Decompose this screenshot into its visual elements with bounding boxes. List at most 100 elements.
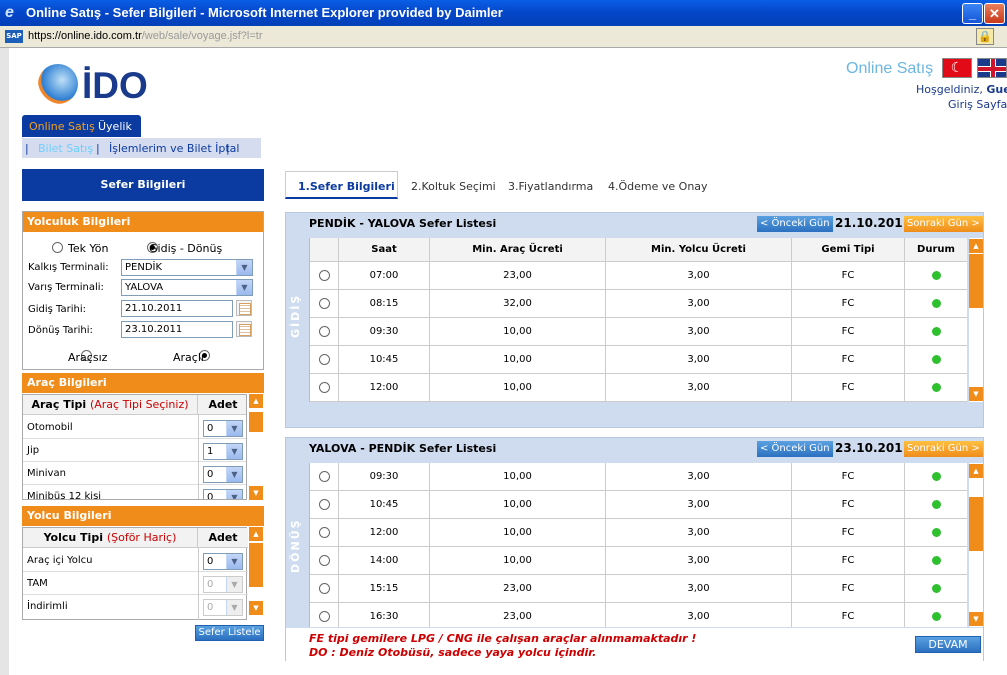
radio-icon[interactable] [318,353,330,365]
passenger-scrollbar[interactable]: ▲ ▼ [249,527,263,615]
step-1[interactable]: 1.Sefer Bilgileri [298,180,395,193]
radio-icon[interactable] [318,325,330,337]
voyage-passenger-fee-cell: 3,00 [606,603,792,627]
window-titlebar: e Online Satış - Sefer Bilgileri - Micro… [0,0,1007,26]
voyage-passenger-fee-cell: 3,00 [606,262,792,290]
out-date-label: Gidiş Tarihi: [28,304,86,315]
return-scrollbar[interactable]: ▲ ▼ [969,463,983,627]
ie-logo-icon: e [5,4,14,21]
return-side-label: DÖNÜŞ [286,463,309,627]
passenger-type-header: Yolcu Tipi (Şoför Hariç) [23,528,198,548]
radio-icon[interactable] [318,297,330,309]
main-nav: Online Satış Üyelik [22,115,141,137]
return-prev-day-button[interactable]: < Önceki Gün [757,441,833,457]
voyage-select-radio[interactable] [310,519,339,547]
out-date-input[interactable]: 21.10.2011 [121,300,233,317]
voyage-passenger-fee-cell: 3,00 [606,374,792,402]
scroll-thumb [969,254,983,308]
address-bar[interactable]: SAP https://online.ido.com.tr/web/sale/v… [0,26,1007,48]
do-note: DO : Deniz Otobüsü, sadece yaya yolcu iç… [309,646,597,659]
url-text[interactable]: https://online.ido.com.tr/web/sale/voyag… [28,30,263,42]
close-icon[interactable]: ✕ [984,3,1005,24]
outbound-next-day-button[interactable]: Sonraki Gün > [904,216,983,232]
status-cell [905,318,967,346]
voyage-info-header: Sefer Bilgileri [22,169,264,201]
voyage-time-cell: 07:00 [339,262,430,290]
english-flag-icon[interactable] [977,58,1007,78]
voyage-select-radio[interactable] [310,318,339,346]
chevron-down-icon: ▼ [236,280,252,295]
voyage-select-radio[interactable] [310,547,339,575]
nav-ticket-sales[interactable]: Bilet Satış [38,142,93,155]
voyage-time-cell: 12:00 [339,374,430,402]
voyage-time-cell: 10:45 [339,491,430,519]
calendar-icon[interactable] [236,300,252,316]
radio-icon[interactable] [318,498,330,510]
voyage-passenger-fee-cell: 3,00 [606,491,792,519]
outbound-prev-day-button[interactable]: < Önceki Gün [757,216,833,232]
return-voyage-table: 09:30 10,00 3,00 FC 10:45 10,00 3,00 FC 12:00 10,… [309,463,967,627]
voyage-select-radio[interactable] [310,346,339,374]
passenger-count-select[interactable]: 0 ▼ [203,553,243,570]
vehicle-count-select[interactable]: 0 ▼ [203,466,243,483]
vehicle-count-select[interactable]: 1 ▼ [203,443,243,460]
voyage-ship-cell: FC [792,318,905,346]
one-way-label: Tek Yön [68,242,109,255]
voyage-select-radio[interactable] [310,603,339,627]
voyage-select-radio[interactable] [310,463,339,491]
minimize-button[interactable]: _ [962,3,983,24]
outbound-scrollbar[interactable]: ▲ ▼ [969,238,983,402]
voyage-ship-cell: FC [792,547,905,575]
voyage-vehicle-fee-cell: 10,00 [430,491,606,519]
voyage-select-radio[interactable] [310,262,339,290]
status-header: Durum [905,238,967,262]
vehicle-count-select[interactable]: 0 ▼ [203,420,243,437]
dolphin-icon [38,64,78,104]
status-available-icon [931,583,941,593]
ido-logo[interactable]: İDO [36,64,156,108]
return-next-day-button[interactable]: Sonraki Gün > [904,441,983,457]
status-cell [905,491,967,519]
list-voyages-button[interactable]: Sefer Listele [195,625,264,641]
scroll-up-icon: ▲ [969,239,983,253]
scroll-down-icon: ▼ [249,486,263,500]
departure-select[interactable]: PENDİK ▼ [121,259,253,276]
radio-icon[interactable] [318,269,330,281]
arrival-select[interactable]: YALOVA ▼ [121,279,253,296]
nav-my-transactions[interactable]: İşlemlerim ve Bilet İptal [109,142,239,155]
welcome-text: Hoşgeldiniz, Guest [916,83,1007,96]
radio-icon[interactable] [318,526,330,538]
vehicle-count-header: Adet [198,395,246,415]
calendar-icon[interactable] [236,321,252,337]
passenger-info-heading: Yolcu Bilgileri [22,506,264,526]
nav-online-sales[interactable]: Online Satış [29,120,95,133]
radio-icon[interactable] [318,470,330,482]
online-sales-label: Online Satış [846,60,934,77]
scroll-down-icon: ▼ [969,387,983,401]
nav-membership[interactable]: Üyelik [98,120,132,133]
return-date-input[interactable]: 23.10.2011 [121,321,233,338]
vehicle-count-select[interactable]: 0 ▼ [203,489,243,499]
status-cell [905,547,967,575]
status-cell [905,290,967,318]
turkish-flag-icon[interactable]: ☾ [942,58,972,78]
radio-icon[interactable] [318,610,330,622]
one-way-radio[interactable] [52,241,63,253]
radio-icon[interactable] [318,381,330,393]
lock-icon[interactable]: 🔒 [976,28,994,45]
radio-icon[interactable] [318,554,330,566]
status-cell [905,575,967,603]
continue-button[interactable]: DEVAM [915,636,981,653]
voyage-passenger-fee-cell: 3,00 [606,547,792,575]
voyage-select-radio[interactable] [310,290,339,318]
home-link[interactable]: Giriş Sayfası [948,98,1007,111]
voyage-select-radio[interactable] [310,491,339,519]
voyage-select-radio[interactable] [310,575,339,603]
voyage-select-radio[interactable] [310,374,339,402]
radio-icon[interactable] [318,582,330,594]
voyage-ship-cell: FC [792,603,905,627]
sap-icon: SAP [5,30,23,43]
vehicle-scrollbar[interactable]: ▲ ▼ [249,394,263,500]
status-available-icon [931,326,941,336]
status-available-icon [931,555,941,565]
